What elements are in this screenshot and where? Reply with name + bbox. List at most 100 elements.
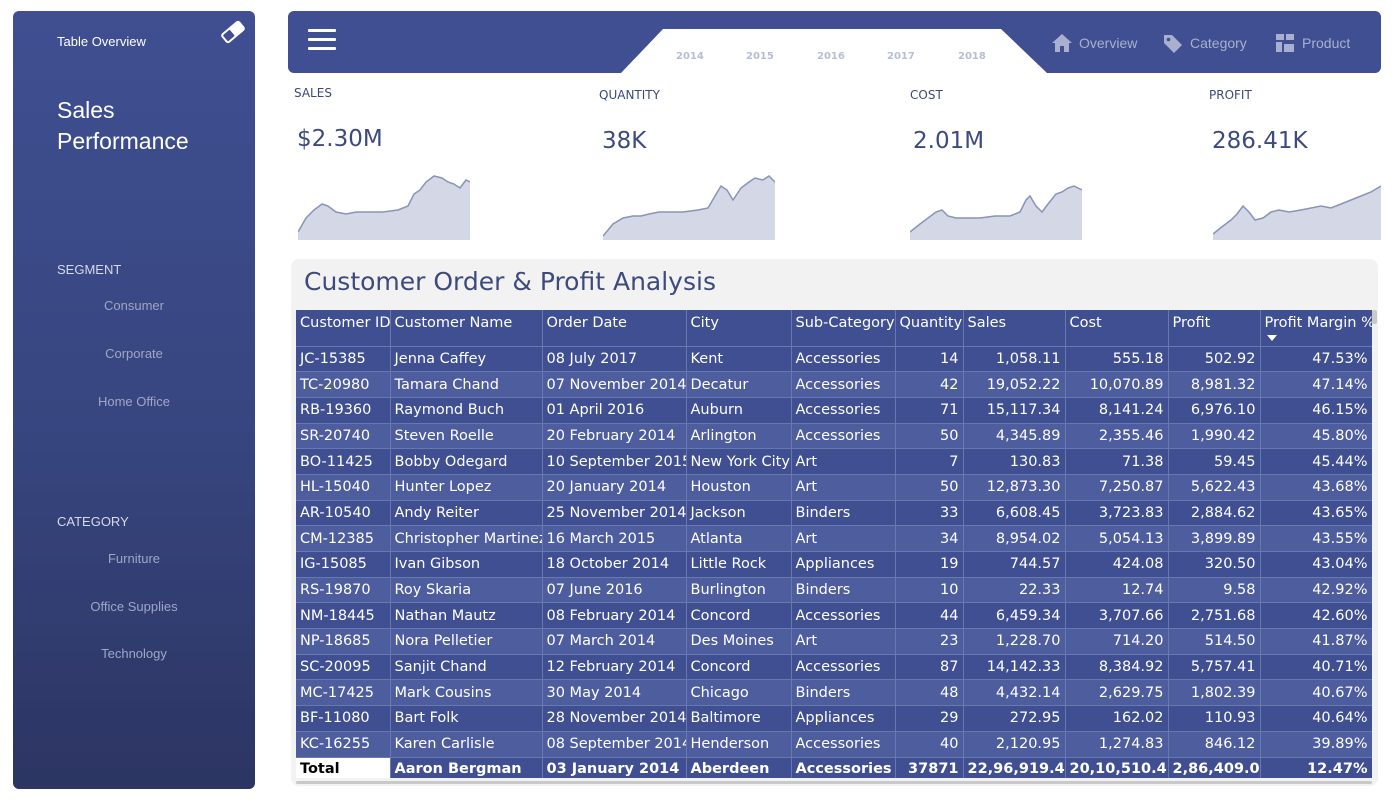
- nav-product[interactable]: Product: [1274, 31, 1350, 55]
- col-customer-name[interactable]: Customer Name: [390, 310, 543, 347]
- data-table[interactable]: Customer ID Customer Name Order Date Cit…: [296, 310, 1372, 778]
- category-furniture[interactable]: Furniture: [13, 551, 255, 566]
- eraser-icon[interactable]: [219, 19, 247, 45]
- cell-city: Arlington: [686, 423, 792, 450]
- sales-sparkline: [298, 175, 470, 240]
- table-row[interactable]: MC-17425 Mark Cousins 30 May 2014 Chicago Bi…: [296, 679, 1372, 707]
- cell-order-date: 01 April 2016: [542, 397, 687, 424]
- nav-category-label: Category: [1190, 35, 1247, 51]
- cell-sub-category: Art: [791, 448, 896, 475]
- table-row[interactable]: KC-16255 Karen Carlisle 08 September 2014 H…: [296, 731, 1372, 758]
- col-quantity[interactable]: Quantity: [895, 310, 964, 347]
- table-row[interactable]: NM-18445 Nathan Mautz 08 February 2014 Conc…: [296, 602, 1372, 630]
- cell-customer-name: Hunter Lopez: [390, 474, 543, 501]
- cell-profit-margin: 41.87%: [1260, 628, 1372, 655]
- table-row[interactable]: RS-19870 Roy Skaria 07 June 2016 Burlington…: [296, 577, 1372, 604]
- col-profit[interactable]: Profit: [1168, 310, 1261, 347]
- category-office-supplies[interactable]: Office Supplies: [13, 599, 255, 614]
- cell-profit-margin: 46.15%: [1260, 397, 1372, 424]
- cell-order-date: 08 February 2014: [542, 602, 687, 630]
- year-2017[interactable]: 2017: [887, 51, 915, 62]
- cell-cost: 8,384.92: [1065, 654, 1169, 681]
- cost-sparkline: [910, 185, 1082, 240]
- cell-cost: 2,355.46: [1065, 423, 1169, 450]
- table-row[interactable]: RB-19360 Raymond Buch 01 April 2016 Auburn A…: [296, 397, 1372, 424]
- table-row[interactable]: JC-15385 Jenna Caffey 08 July 2017 Kent Acce…: [296, 346, 1372, 373]
- cell-customer-name: Sanjit Chand: [390, 654, 543, 681]
- cell-quantity: 50: [895, 474, 964, 501]
- cell-cost: 5,054.13: [1065, 525, 1169, 552]
- table-total-row: Total Aaron Bergman 03 January 2014 Aber…: [296, 757, 1372, 778]
- horizontal-scrollbar[interactable]: [296, 781, 1372, 784]
- cell-profit: 59.45: [1168, 448, 1261, 475]
- year-2018[interactable]: 2018: [958, 51, 986, 62]
- cell-order-date: 28 November 2014: [542, 705, 687, 732]
- col-sales[interactable]: Sales: [963, 310, 1066, 347]
- col-city[interactable]: City: [686, 310, 792, 347]
- table-row[interactable]: SC-20095 Sanjit Chand 12 February 2014 Conc…: [296, 654, 1372, 681]
- segment-consumer[interactable]: Consumer: [13, 298, 255, 313]
- year-2015[interactable]: 2015: [746, 51, 774, 62]
- cell-order-date: 25 November 2014: [542, 500, 687, 527]
- cell-city: Atlanta: [686, 525, 792, 552]
- cell-cost: 71.38: [1065, 448, 1169, 475]
- menu-icon[interactable]: [308, 29, 336, 53]
- cell-profit: 110.93: [1168, 705, 1261, 732]
- cell-profit: 502.92: [1168, 346, 1261, 373]
- cell-profit-margin: 40.64%: [1260, 705, 1372, 732]
- category-technology[interactable]: Technology: [13, 646, 255, 661]
- segment-home-office[interactable]: Home Office: [13, 394, 255, 409]
- sort-desc-icon[interactable]: [1266, 335, 1277, 341]
- cell-quantity: 10: [895, 577, 964, 604]
- cell-sub-category: Accessories: [791, 731, 896, 758]
- table-row[interactable]: AR-10540 Andy Reiter 25 November 2014 Jacks…: [296, 500, 1372, 527]
- kpi-profit-label: PROFIT: [1209, 88, 1252, 102]
- table-row[interactable]: BF-11080 Bart Folk 28 November 2014 Baltimo…: [296, 705, 1372, 732]
- col-cost[interactable]: Cost: [1065, 310, 1169, 347]
- col-order-date[interactable]: Order Date: [542, 310, 687, 347]
- cell-profit: 3,899.89: [1168, 525, 1261, 552]
- total-quantity: 37871: [895, 757, 964, 778]
- cell-sales: 15,117.34: [963, 397, 1066, 424]
- table-row[interactable]: IG-15085 Ivan Gibson 18 October 2014 Little…: [296, 551, 1372, 578]
- cell-profit-margin: 42.60%: [1260, 602, 1372, 630]
- year-2014[interactable]: 2014: [676, 51, 704, 62]
- cell-city: Little Rock: [686, 551, 792, 578]
- col-sub-category[interactable]: Sub-Category: [791, 310, 896, 347]
- total-profit-margin: 12.47%: [1260, 757, 1372, 778]
- profit-sparkline: [1213, 185, 1381, 240]
- cell-sub-category: Appliances: [791, 551, 896, 578]
- cell-sub-category: Accessories: [791, 346, 896, 373]
- table-row[interactable]: TC-20980 Tamara Chand 07 November 2014 Deca…: [296, 371, 1372, 398]
- cell-quantity: 44: [895, 602, 964, 630]
- cell-order-date: 10 September 2015: [542, 448, 687, 475]
- cell-quantity: 19: [895, 551, 964, 578]
- cell-quantity: 14: [895, 346, 964, 373]
- cell-city: New York City: [686, 448, 792, 475]
- vertical-scrollbar[interactable]: [1372, 310, 1377, 324]
- table-row[interactable]: NP-18685 Nora Pelletier 07 March 2014 Des M…: [296, 628, 1372, 655]
- col-customer-id[interactable]: Customer ID: [296, 310, 391, 347]
- cell-order-date: 07 March 2014: [542, 628, 687, 655]
- cell-order-date: 20 February 2014: [542, 423, 687, 450]
- cell-sub-category: Binders: [791, 679, 896, 707]
- nav-overview[interactable]: Overview: [1051, 31, 1137, 55]
- col-profit-margin[interactable]: Profit Margin %: [1260, 310, 1372, 347]
- cell-profit: 2,751.68: [1168, 602, 1261, 630]
- cell-customer-id: NM-18445: [296, 602, 391, 630]
- cell-customer-id: CM-12385: [296, 525, 391, 552]
- cell-order-date: 07 June 2016: [542, 577, 687, 604]
- cell-profit: 514.50: [1168, 628, 1261, 655]
- segment-corporate[interactable]: Corporate: [13, 346, 255, 361]
- table-row[interactable]: HL-15040 Hunter Lopez 20 January 2014 Houst…: [296, 474, 1372, 501]
- cell-cost: 1,274.83: [1065, 731, 1169, 758]
- cell-quantity: 87: [895, 654, 964, 681]
- table-row[interactable]: CM-12385 Christopher Martinez 16 March 201…: [296, 525, 1372, 552]
- total-customer-name: Aaron Bergman: [390, 757, 543, 778]
- cell-profit: 5,622.43: [1168, 474, 1261, 501]
- nav-category[interactable]: Category: [1162, 31, 1247, 55]
- year-2016[interactable]: 2016: [817, 51, 845, 62]
- cell-quantity: 50: [895, 423, 964, 450]
- table-row[interactable]: BO-11425 Bobby Odegard 10 September 2015 Ne…: [296, 448, 1372, 475]
- table-row[interactable]: SR-20740 Steven Roelle 20 February 2014 Arl…: [296, 423, 1372, 450]
